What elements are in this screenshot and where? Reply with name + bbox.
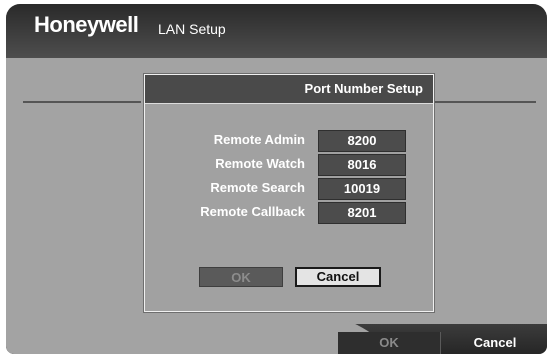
- lan-setup-screen: Honeywell LAN Setup OK Cancel Port Numbe…: [6, 4, 547, 354]
- background-divider: [23, 101, 141, 103]
- remote-admin-port-field[interactable]: 8200: [318, 130, 406, 152]
- dialog-cancel-button[interactable]: Cancel: [295, 267, 381, 287]
- port-label: Remote Admin: [213, 132, 305, 147]
- port-label: Remote Search: [210, 180, 305, 195]
- remote-search-port-field[interactable]: 10019: [318, 178, 406, 200]
- page-title: LAN Setup: [158, 21, 226, 37]
- dialog-ok-button[interactable]: OK: [199, 267, 283, 287]
- dialog-title-bar: Port Number Setup: [145, 75, 433, 104]
- port-label: Remote Watch: [215, 156, 305, 171]
- port-row-remote-watch: Remote Watch 8016: [145, 154, 433, 176]
- port-number-setup-dialog: Port Number Setup Remote Admin 8200 Remo…: [144, 74, 434, 312]
- background-divider: [428, 101, 536, 103]
- port-label: Remote Callback: [200, 204, 305, 219]
- remote-watch-port-field[interactable]: 8016: [318, 154, 406, 176]
- brand-logo: Honeywell: [34, 12, 139, 37]
- dialog-title: Port Number Setup: [304, 81, 423, 96]
- footer-cancel-button[interactable]: Cancel: [446, 332, 544, 354]
- footer-ok-button[interactable]: OK: [338, 332, 441, 354]
- port-row-remote-admin: Remote Admin 8200: [145, 130, 433, 152]
- remote-callback-port-field[interactable]: 8201: [318, 202, 406, 224]
- port-row-remote-search: Remote Search 10019: [145, 178, 433, 200]
- header-bar: Honeywell LAN Setup: [6, 4, 547, 58]
- port-row-remote-callback: Remote Callback 8201: [145, 202, 433, 224]
